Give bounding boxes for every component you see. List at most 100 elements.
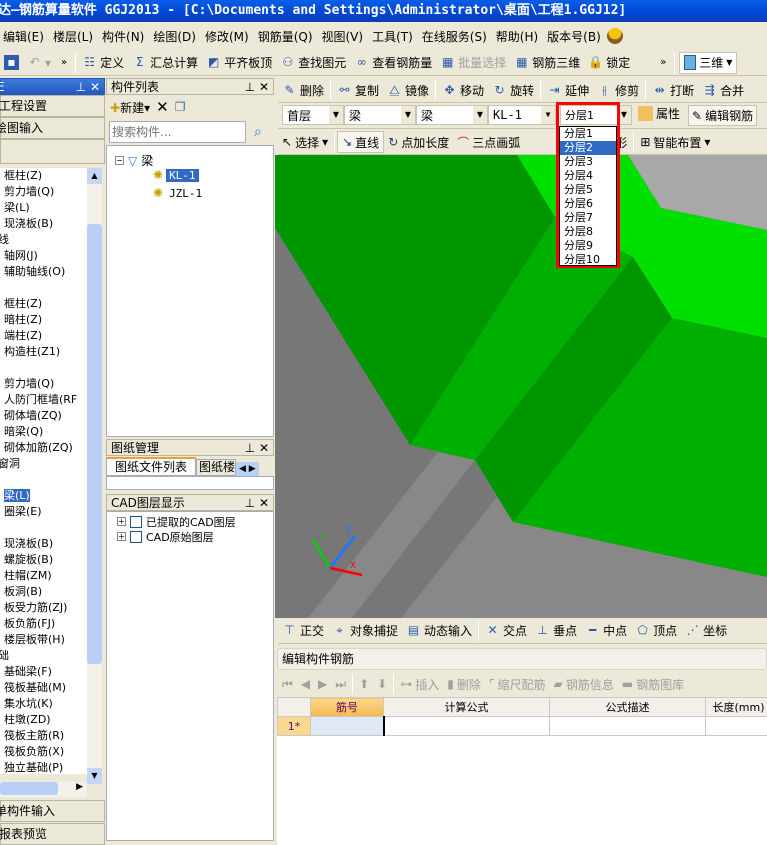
layer-option[interactable]: 分层6 xyxy=(560,197,616,211)
rotate-button[interactable]: ↻ 旋转 xyxy=(488,79,538,101)
menu-floor[interactable]: 楼层(L) xyxy=(50,28,99,45)
perpendicular-button[interactable]: ⊥ 垂点 xyxy=(531,620,581,642)
list-item[interactable]: 集水坑(K) xyxy=(0,696,87,712)
list-item[interactable]: 轴网(J) xyxy=(0,248,87,264)
list-item[interactable]: 砌体加筋(ZQ) xyxy=(0,440,87,456)
pin-icon[interactable]: ⊥ xyxy=(245,441,255,455)
col-formula-desc[interactable]: 公式描述 xyxy=(549,697,706,717)
lock-button[interactable]: 🔒 锁定 xyxy=(584,52,634,74)
list-item[interactable]: 筏板主筋(R) xyxy=(0,728,87,744)
overflow-icon[interactable]: » xyxy=(55,57,73,68)
list-item[interactable]: 现浇板(B) xyxy=(0,216,87,232)
menu-draw[interactable]: 绘图(D) xyxy=(150,28,202,45)
arc-button[interactable]: ⌒ 三点画弧 xyxy=(453,131,524,153)
dynamic-input-button[interactable]: ▤ 动态输入 xyxy=(402,620,476,642)
list-item[interactable]: 螺旋板(B) xyxy=(0,552,87,568)
project-settings-button[interactable]: 工程设置 xyxy=(0,95,105,117)
scroll-down-icon[interactable]: ▼ xyxy=(87,768,102,784)
menu-modify[interactable]: 修改(M) xyxy=(202,28,255,45)
line-button[interactable]: ↘ 直线 xyxy=(337,131,385,153)
select-button[interactable]: ↖ 选择 ▾ xyxy=(278,131,332,153)
layer-option[interactable]: 分层5 xyxy=(560,183,616,197)
search-icon[interactable]: ⌕ xyxy=(254,124,262,140)
binoculars-button[interactable]: ⚇ 查找图元 xyxy=(276,52,350,74)
layer-option[interactable]: 分层1 xyxy=(560,127,616,141)
break-button[interactable]: ⇹ 打断 xyxy=(648,79,698,101)
pin-icon[interactable]: ⊥ xyxy=(76,80,86,94)
helper-avatar-icon[interactable] xyxy=(606,28,623,44)
list-item[interactable]: 筏板基础(M) xyxy=(0,680,87,696)
col-length[interactable]: 长度(mm) xyxy=(705,697,767,717)
layer-option[interactable]: 分层10 xyxy=(560,253,616,267)
coordinate-button[interactable]: ⋰ 坐标 xyxy=(681,620,731,642)
table-row[interactable]: 1* xyxy=(277,716,767,736)
last-record-button[interactable]: ⏭ xyxy=(331,673,350,695)
undo-button[interactable]: ↶ ▾ xyxy=(23,52,55,74)
list-item[interactable]: 独立基础(P) xyxy=(0,760,87,774)
delete-row-button[interactable]: ▮ 删除 xyxy=(443,673,485,695)
menu-help[interactable]: 帮助(H) xyxy=(493,28,544,45)
ortho-button[interactable]: ⊤ 正交 xyxy=(278,620,328,642)
report-preview-button[interactable]: 报表预览 xyxy=(0,823,105,845)
expand-icon[interactable]: + xyxy=(117,517,126,526)
list-item[interactable]: 窗洞 xyxy=(0,456,87,472)
copy-icon[interactable]: ❐ xyxy=(175,100,186,114)
view-mode-select[interactable]: 三维 ▼ xyxy=(679,51,738,74)
cad-layer-extracted[interactable]: + 已提取的CAD图层 xyxy=(117,514,273,529)
overflow-icon[interactable]: » xyxy=(654,57,672,68)
vertex-button[interactable]: ⬠ 顶点 xyxy=(631,620,681,642)
scroll-right-icon[interactable]: ▶ xyxy=(76,782,83,792)
3d-viewport[interactable]: Z Y X xyxy=(275,155,767,618)
expand-icon[interactable]: + xyxy=(117,532,126,541)
insert-button[interactable]: ⊶ 插入 xyxy=(396,673,443,695)
properties-button[interactable]: 属性 xyxy=(638,105,680,122)
list-item[interactable]: 柱墩(ZD) xyxy=(0,712,87,728)
component-tree[interactable]: − ▽ 梁 ✺ KL-1 ✺ JZL-1 xyxy=(106,145,274,437)
collapse-icon[interactable]: − xyxy=(115,156,124,165)
scroll-up-icon[interactable]: ▲ xyxy=(87,168,102,184)
list-item[interactable]: 暗柱(Z) xyxy=(0,312,87,328)
midpoint-button[interactable]: ━ 中点 xyxy=(581,620,631,642)
scroll-thumb[interactable] xyxy=(87,224,102,664)
list-item[interactable] xyxy=(0,280,87,296)
type-select[interactable]: 梁 ▼ xyxy=(344,105,416,125)
cad-layer-tree[interactable]: + 已提取的CAD图层 + CAD原始图层 xyxy=(106,511,274,841)
new-component-button[interactable]: ✚新建▾ xyxy=(110,99,150,116)
tree-node-beam[interactable]: − ▽ 梁 xyxy=(115,152,153,169)
list-item[interactable] xyxy=(0,360,87,376)
list-item[interactable]: 现浇板(B) xyxy=(0,536,87,552)
list-item[interactable]: 柱帽(ZM) xyxy=(0,568,87,584)
list-item[interactable]: 剪力墙(Q) xyxy=(0,184,87,200)
trim-button[interactable]: ⫲ 修剪 xyxy=(593,79,643,101)
close-icon[interactable]: ✕ xyxy=(259,441,269,455)
component-type-tree[interactable]: 框柱(Z) 剪力墙(Q) 梁(L) 现浇板(B) 线轴网(J) 辅助轴线(O) 框柱(Z) 暗… xyxy=(0,168,87,774)
list-item[interactable]: 梁(L) xyxy=(0,488,87,504)
horizontal-scrollbar[interactable]: ▶ xyxy=(0,782,87,797)
floor-select[interactable]: 首层 ▼ xyxy=(282,105,344,125)
list-item[interactable]: 楼层板带(H) xyxy=(0,632,87,648)
menu-edit[interactable]: 编辑(E) xyxy=(0,28,50,45)
list-item[interactable]: 圈梁(E) xyxy=(0,504,87,520)
menu-online[interactable]: 在线服务(S) xyxy=(419,28,493,45)
list-item[interactable]: 砌体墙(ZQ) xyxy=(0,408,87,424)
extend-button[interactable]: ⇥ 延伸 xyxy=(543,79,593,101)
close-icon[interactable]: ✕ xyxy=(90,80,100,94)
move-button[interactable]: ✥ 移动 xyxy=(438,79,488,101)
tab-drawing-files[interactable]: 图纸文件列表 xyxy=(106,457,197,476)
cell-bar-number[interactable] xyxy=(310,716,385,736)
list-item[interactable]: 础 xyxy=(0,648,87,664)
list-item[interactable] xyxy=(0,520,87,536)
list-item[interactable]: 筏板负筋(X) xyxy=(0,744,87,760)
grid-3d-button[interactable]: ▦ 钢筋三维 xyxy=(510,52,584,74)
first-record-button[interactable]: ⏮ xyxy=(278,673,297,695)
move-down-button[interactable]: ⬇ xyxy=(373,673,391,695)
list-item[interactable]: 板洞(B) xyxy=(0,584,87,600)
pin-icon[interactable]: ⊥ xyxy=(245,80,255,94)
menu-component[interactable]: 构件(N) xyxy=(99,28,150,45)
layer-option[interactable]: 分层7 xyxy=(560,211,616,225)
layer-option[interactable]: 分层9 xyxy=(560,239,616,253)
menu-tools[interactable]: 工具(T) xyxy=(369,28,419,45)
next-record-button[interactable]: ▶ xyxy=(314,673,331,695)
list-item[interactable]: 板负筋(FJ) xyxy=(0,616,87,632)
layer-option[interactable]: 分层8 xyxy=(560,225,616,239)
